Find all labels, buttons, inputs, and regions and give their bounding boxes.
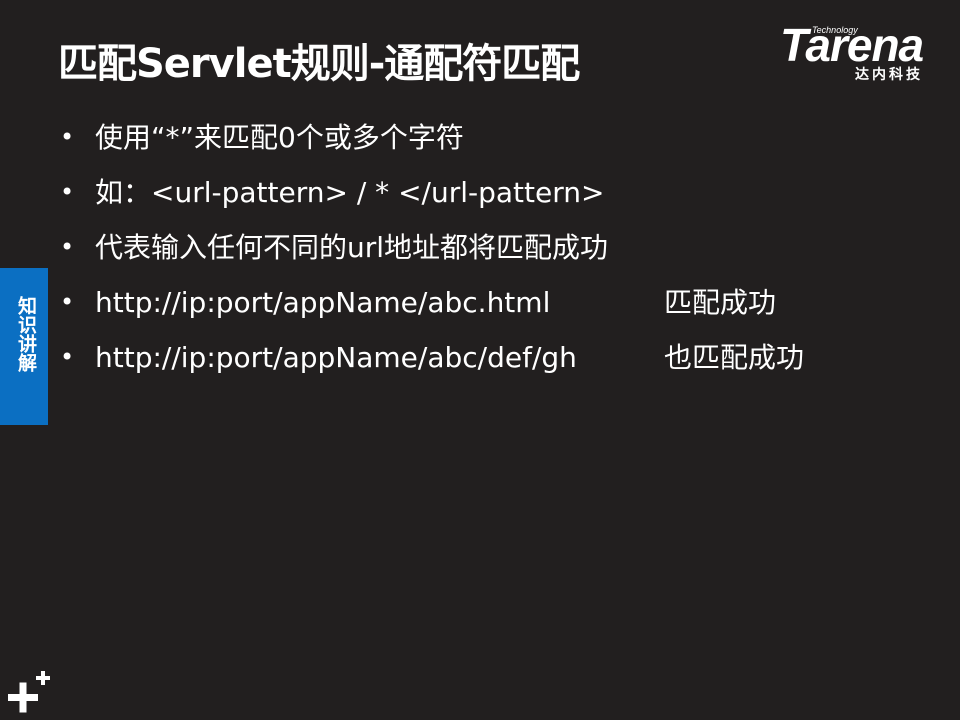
side-tab-knowledge: 知识讲解 [0,268,48,425]
bullet-text: http://ip:port/appName/abc/def/gh [95,341,577,374]
bullet-text: 使用“*”来匹配0个或多个字符 [95,121,464,154]
slide: 匹配Servlet规则-通配符匹配 Technology Tarena 达内科技… [0,0,960,720]
bullet-marker: • [60,233,75,261]
bullet-text: 代表输入任何不同的url地址都将匹配成功 [95,231,609,264]
bullet-suffix: 匹配成功 [664,286,777,319]
logo-chinese-text: 达内科技 [855,67,923,83]
bullet-text: http://ip:port/appName/abc.html [95,286,551,319]
bullet-text: 如：<url-pattern> / * </url-pattern> [95,176,605,209]
bullet-marker: • [60,288,75,316]
bullet-suffix: 也匹配成功 [664,341,805,374]
slide-title: 匹配Servlet规则-通配符匹配 [58,41,580,87]
bullet-marker: • [60,343,75,371]
side-tab-label: 知识讲解 [15,296,37,372]
bullet-marker: • [60,178,75,206]
plus-icon [8,671,50,713]
bullet-marker: • [60,123,75,151]
